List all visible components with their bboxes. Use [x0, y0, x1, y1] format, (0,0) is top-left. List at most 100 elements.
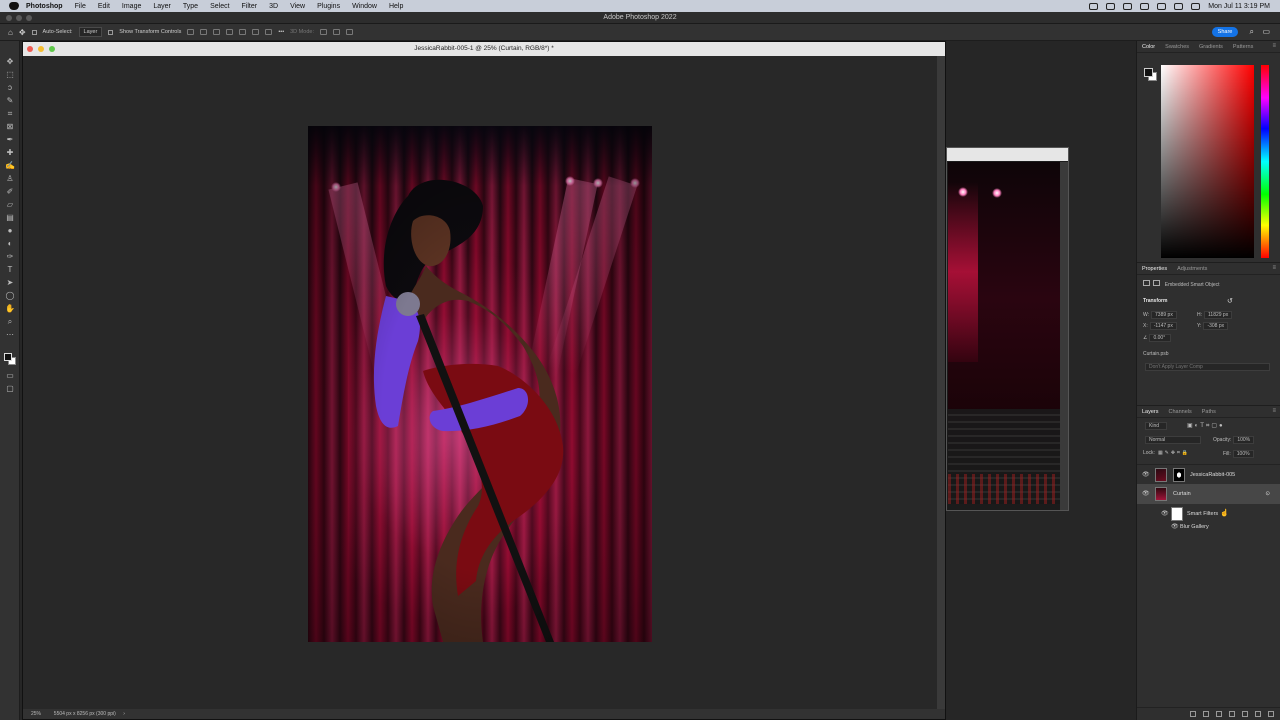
search-icon[interactable] — [1191, 2, 1201, 10]
new-layer-icon[interactable] — [1255, 710, 1261, 717]
move-tool-icon[interactable]: ✥ — [5, 57, 15, 66]
layer-filter-icons[interactable]: ▣◐T⌗▢● — [1187, 422, 1225, 430]
width-field[interactable]: 7389 px — [1151, 311, 1177, 319]
align-bottom-icon[interactable] — [252, 29, 260, 35]
path-select-tool-icon[interactable]: ➤ — [5, 278, 15, 287]
adjustment-layer-icon[interactable] — [1229, 710, 1235, 717]
foreground-color-swatch[interactable] — [4, 353, 12, 361]
color-picker-field[interactable] — [1161, 65, 1254, 258]
secondary-document-window[interactable] — [946, 147, 1069, 511]
tab-properties[interactable]: Properties — [1142, 266, 1167, 272]
doc-minimize-button[interactable] — [38, 46, 44, 52]
screen-mode-icon[interactable]: ▢ — [5, 384, 15, 393]
brush-tool-icon[interactable]: ✍ — [5, 161, 15, 170]
document-info[interactable]: 5504 px x 8256 px (300 ppi) — [54, 711, 116, 717]
auto-select-checkbox[interactable] — [31, 29, 37, 35]
menu-filter[interactable]: Filter — [242, 3, 258, 10]
tab-color[interactable]: Color — [1142, 44, 1155, 50]
more-tools-icon[interactable]: ⋯ — [5, 330, 15, 339]
align-top-icon[interactable] — [226, 29, 234, 35]
menu-select[interactable]: Select — [210, 3, 229, 10]
creative-cloud-icon[interactable] — [1106, 2, 1116, 10]
dodge-tool-icon[interactable]: ◐ — [5, 239, 15, 248]
shape-tool-icon[interactable]: ◯ — [5, 291, 15, 300]
align-center-icon[interactable] — [200, 29, 208, 35]
zoom-level[interactable]: 25% — [31, 711, 41, 717]
tab-adjustments[interactable]: Adjustments — [1177, 266, 1207, 272]
clock[interactable]: Mon Jul 11 3:19 PM — [1208, 3, 1270, 10]
eraser-tool-icon[interactable]: ▱ — [5, 200, 15, 209]
auto-select-target-dropdown[interactable]: Layer — [78, 27, 103, 37]
distribute-icon[interactable] — [265, 29, 273, 35]
layer-filter-dropdown[interactable]: Kind — [1145, 422, 1167, 430]
visibility-eye-icon[interactable]: 👁 — [1142, 465, 1150, 485]
history-brush-tool-icon[interactable]: ✐ — [5, 187, 15, 196]
lock-icons[interactable]: ▦✎✥⌗🔒 — [1158, 450, 1190, 456]
align-middle-icon[interactable] — [239, 29, 247, 35]
search-icon[interactable]: ⌕ — [1250, 27, 1254, 37]
panel-menu-icon[interactable]: ≡ — [1272, 265, 1276, 271]
visibility-eye-icon[interactable]: 👁 — [1171, 519, 1179, 535]
panel-menu-icon[interactable]: ≡ — [1272, 43, 1276, 49]
reset-icon[interactable]: ↺ — [1227, 297, 1233, 305]
show-transform-checkbox[interactable] — [108, 29, 114, 35]
zoom-window-button[interactable] — [26, 15, 32, 21]
doc-close-button[interactable] — [27, 46, 33, 52]
type-tool-icon[interactable]: T — [5, 265, 15, 274]
menu-plugins[interactable]: Plugins — [317, 3, 340, 10]
blur-gallery-row[interactable]: 👁 Blur Gallery — [1137, 519, 1280, 535]
foreground-color-chip[interactable] — [1144, 68, 1153, 77]
blur-tool-icon[interactable]: ● — [5, 226, 15, 235]
wifi-icon[interactable] — [1174, 2, 1184, 10]
frame-tool-icon[interactable]: ⊠ — [5, 122, 15, 131]
canvas-image[interactable] — [308, 126, 652, 642]
curtain-preview-image[interactable] — [948, 162, 1061, 504]
vertical-scrollbar[interactable] — [937, 56, 945, 711]
menu-view[interactable]: View — [290, 3, 305, 10]
3d-pan-icon[interactable] — [345, 29, 353, 35]
battery-icon[interactable] — [1157, 2, 1167, 10]
home-icon[interactable]: ⌂ — [8, 28, 13, 37]
3d-orbit-icon[interactable] — [319, 29, 327, 35]
quick-select-tool-icon[interactable]: ✎ — [5, 96, 15, 105]
fx-icon[interactable] — [1203, 710, 1209, 717]
menu-edit[interactable]: Edit — [98, 3, 110, 10]
pen-tool-icon[interactable]: ✑ — [5, 252, 15, 261]
workspace-icon[interactable]: ▭ — [1262, 27, 1270, 36]
3d-roll-icon[interactable] — [332, 29, 340, 35]
tab-swatches[interactable]: Swatches — [1165, 44, 1189, 50]
layer-row-jessica[interactable]: 👁 JessicaRabbit-005 — [1137, 464, 1280, 484]
tab-gradients[interactable]: Gradients — [1199, 44, 1223, 50]
quick-mask-icon[interactable]: ▭ — [5, 371, 15, 380]
eyedropper-tool-icon[interactable]: ✒ — [5, 135, 15, 144]
hand-tool-icon[interactable]: ✋ — [5, 304, 15, 313]
hue-slider[interactable] — [1261, 65, 1269, 258]
menu-app[interactable]: Photoshop — [26, 3, 63, 10]
lasso-tool-icon[interactable]: ↄ — [5, 83, 15, 92]
bluetooth-icon[interactable] — [1140, 2, 1150, 10]
zoom-tool-icon[interactable]: ⌕ — [5, 317, 15, 326]
healing-brush-tool-icon[interactable]: ✚ — [5, 148, 15, 157]
secondary-scrollbar[interactable] — [1060, 162, 1068, 510]
layer-mask-thumbnail[interactable] — [1173, 468, 1185, 482]
opacity-field[interactable]: 100% — [1233, 436, 1255, 444]
menu-image[interactable]: Image — [122, 3, 141, 10]
align-left-icon[interactable] — [187, 29, 195, 35]
minimize-window-button[interactable] — [16, 15, 22, 21]
height-field[interactable]: 11829 px — [1204, 311, 1233, 319]
more-options-icon[interactable]: ••• — [278, 29, 284, 35]
move-tool-preset-icon[interactable]: ✥ — [19, 28, 26, 37]
menu-3d[interactable]: 3D — [269, 3, 278, 10]
marquee-tool-icon[interactable]: ⬚ — [5, 70, 15, 79]
add-mask-icon[interactable] — [1216, 710, 1222, 717]
angle-field[interactable]: 0.00° — [1149, 334, 1172, 342]
y-field[interactable]: -308 px — [1203, 322, 1229, 330]
panel-menu-icon[interactable]: ≡ — [1272, 408, 1276, 414]
secondary-title-bar[interactable] — [947, 148, 1068, 161]
align-right-icon[interactable] — [213, 29, 221, 35]
tab-layers[interactable]: Layers — [1142, 409, 1159, 415]
share-button[interactable]: Share — [1212, 27, 1238, 37]
tab-paths[interactable]: Paths — [1202, 409, 1216, 415]
crop-tool-icon[interactable]: ⌗ — [5, 109, 15, 118]
canvas-area[interactable] — [23, 56, 939, 711]
